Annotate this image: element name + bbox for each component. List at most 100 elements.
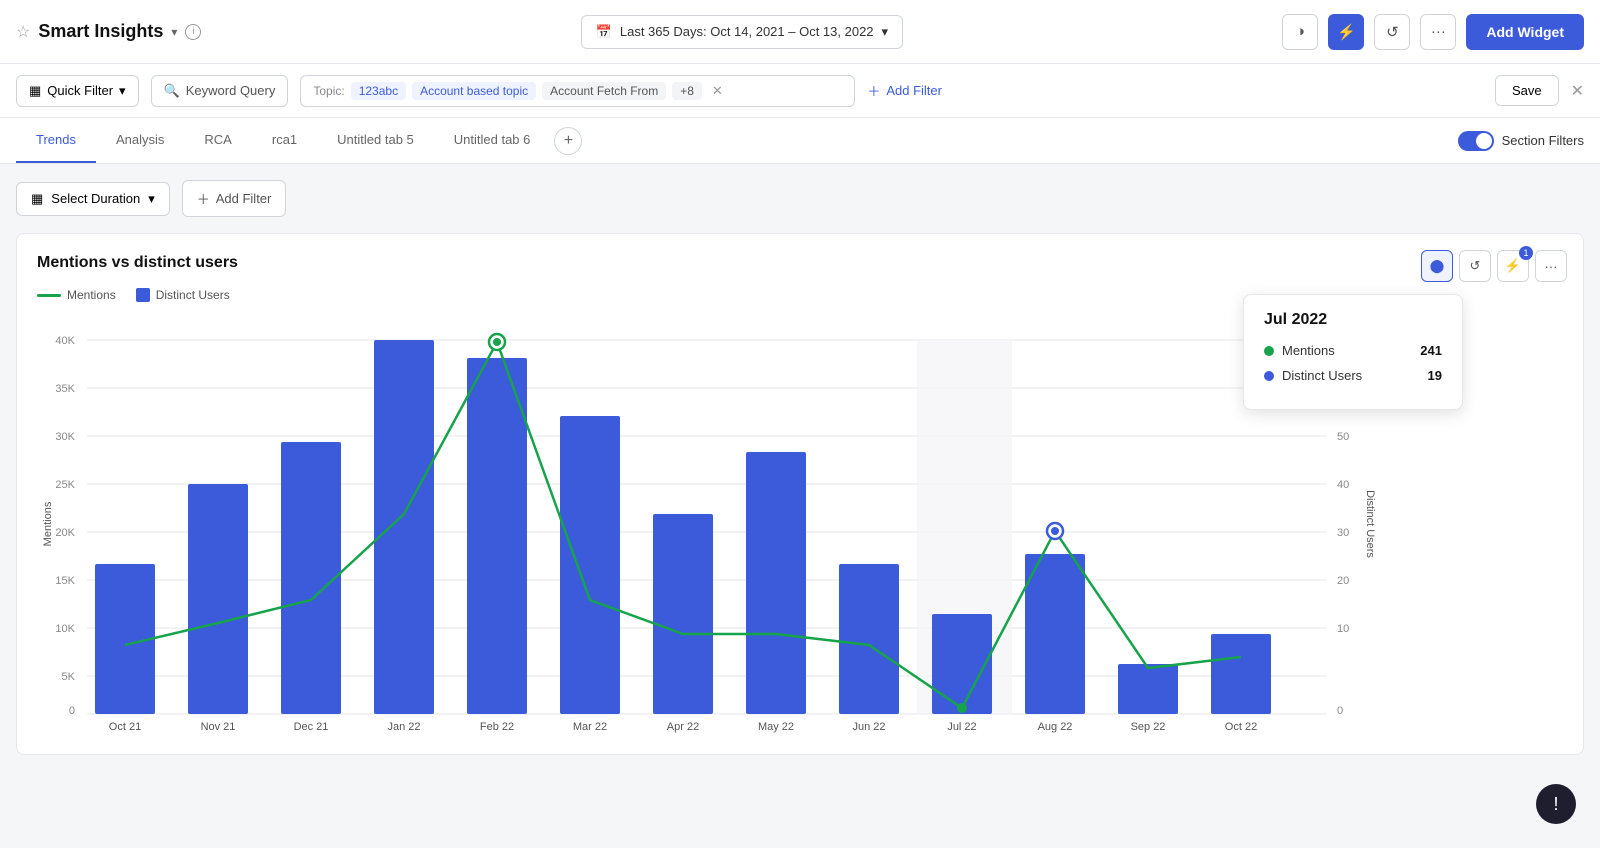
tooltip-mentions-dot	[1264, 346, 1274, 356]
quick-filter-button[interactable]: ▦ Quick Filter ▾	[16, 75, 139, 107]
keyword-query-button[interactable]: 🔍 Keyword Query	[151, 75, 289, 107]
bar-oct22[interactable]	[1211, 634, 1271, 714]
help-button[interactable]: !	[1536, 784, 1576, 824]
bar-jun22[interactable]	[839, 564, 899, 714]
add-tab-button[interactable]: +	[554, 127, 582, 155]
plus-icon: ＋	[197, 189, 210, 208]
theme-toggle-button[interactable]: ◑	[1282, 14, 1318, 50]
x-label-jul22: Jul 22	[947, 721, 976, 733]
x-label-mar22: Mar 22	[573, 721, 607, 733]
bar-nov21[interactable]	[188, 484, 248, 714]
topic-filter-clear[interactable]: ✕	[712, 83, 723, 99]
bar-mar22[interactable]	[560, 416, 620, 714]
add-filter-label: Add Filter	[886, 83, 942, 98]
search-icon: 🔍	[164, 83, 180, 99]
x-label-feb22: Feb 22	[480, 721, 514, 733]
chart-svg: 40K 35K 30K 25K 20K 15K 10K 5K 0 Mention…	[37, 314, 1377, 734]
chevron-down-icon: ▾	[148, 191, 155, 207]
tooltip-mentions-label: Mentions	[1264, 343, 1335, 358]
filter-bar: ▦ Quick Filter ▾ 🔍 Keyword Query Topic: …	[0, 64, 1600, 118]
bar-dec21[interactable]	[281, 442, 341, 714]
select-duration-button[interactable]: ▦ Select Duration ▾	[16, 182, 170, 216]
chart-filter-badge: ⚡ 1	[1497, 250, 1529, 282]
tab-analysis[interactable]: Analysis	[96, 118, 184, 163]
tooltip-distinct-value: 19	[1428, 368, 1442, 383]
date-range-button[interactable]: 📅 Last 365 Days: Oct 14, 2021 – Oct 13, …	[581, 15, 903, 49]
y-label-40: 40	[1337, 479, 1349, 491]
section-filters-label: Section Filters	[1502, 133, 1584, 148]
x-label-apr22: Apr 22	[667, 721, 699, 733]
y-label-35k: 35K	[55, 383, 75, 395]
tab-rca1[interactable]: rca1	[252, 118, 317, 163]
section-add-filter-button[interactable]: ＋ Add Filter	[182, 180, 287, 217]
tooltip-title: Jul 2022	[1264, 311, 1442, 329]
star-icon[interactable]: ☆	[16, 22, 30, 42]
chevron-down-icon: ▾	[119, 83, 126, 99]
y-label-15k: 15K	[55, 575, 75, 587]
tab-trends[interactable]: Trends	[16, 118, 96, 163]
tabs-bar: Trends Analysis RCA rca1 Untitled tab 5 …	[0, 118, 1600, 164]
filter-count-badge: 1	[1519, 246, 1533, 260]
chevron-down-icon[interactable]: ▾	[171, 25, 177, 39]
refresh-button[interactable]: ↺	[1374, 14, 1410, 50]
tab-untitled-6[interactable]: Untitled tab 6	[434, 118, 551, 163]
more-options-button[interactable]: ···	[1420, 14, 1456, 50]
header-right: ◑ ⚡ ↺ ··· Add Widget	[1282, 14, 1584, 50]
mentions-line-icon	[37, 294, 61, 297]
y-label-20: 20	[1337, 575, 1349, 587]
tabs-right: Section Filters	[582, 131, 1584, 151]
y-label-10k: 10K	[55, 623, 75, 635]
tooltip-distinct-label: Distinct Users	[1264, 368, 1362, 383]
topic-more-tag[interactable]: +8	[672, 82, 702, 100]
bar-may22[interactable]	[746, 452, 806, 714]
x-label-dec21: Dec 21	[294, 721, 329, 733]
close-button[interactable]: ✕	[1571, 81, 1584, 101]
topic-tag-2[interactable]: Account based topic	[412, 82, 536, 100]
line-dot-feb22-inner	[493, 338, 501, 346]
save-button[interactable]: Save	[1495, 75, 1559, 106]
bar-sep22[interactable]	[1118, 664, 1178, 714]
chart-refresh-button[interactable]: ↺	[1459, 250, 1491, 282]
bar-apr22[interactable]	[653, 514, 713, 714]
topic-tag-1[interactable]: 123abc	[351, 82, 406, 100]
section-controls: ▦ Select Duration ▾ ＋ Add Filter	[16, 180, 1584, 217]
y-label-30k: 30K	[55, 431, 75, 443]
topic-label: Topic:	[313, 84, 344, 98]
y-label-0-left: 0	[69, 705, 75, 717]
bar-feb22[interactable]	[467, 358, 527, 714]
add-widget-button[interactable]: Add Widget	[1466, 14, 1584, 50]
y-label-25k: 25K	[55, 479, 75, 491]
x-label-oct22: Oct 22	[1225, 721, 1257, 733]
app-title: Smart Insights	[38, 21, 163, 42]
y-label-30: 30	[1337, 527, 1349, 539]
info-icon[interactable]: i	[185, 24, 201, 40]
topic-tag-3[interactable]: Account Fetch From	[542, 82, 666, 100]
x-label-aug22: Aug 22	[1038, 721, 1073, 733]
chart-view-button[interactable]: ⬤	[1421, 250, 1453, 282]
tooltip-mentions-value: 241	[1420, 343, 1442, 358]
bar-aug22[interactable]	[1025, 554, 1085, 714]
line-dot-jul22	[957, 703, 967, 713]
bar-jul22[interactable]	[932, 614, 992, 714]
y-label-40k: 40K	[55, 335, 75, 347]
section-filters-switch[interactable]	[1458, 131, 1494, 151]
chart-card: Mentions vs distinct users ⬤ ↺ ⚡ 1 ··· M…	[16, 233, 1584, 755]
calendar-icon: 📅	[596, 24, 612, 40]
y-label-20k: 20K	[55, 527, 75, 539]
x-label-nov21: Nov 21	[201, 721, 236, 733]
chart-more-button[interactable]: ···	[1535, 250, 1567, 282]
header-left: ☆ Smart Insights ▾ i	[16, 21, 201, 42]
filter-icon-button[interactable]: ⚡	[1328, 14, 1364, 50]
tab-rca[interactable]: RCA	[184, 118, 251, 163]
header-center: 📅 Last 365 Days: Oct 14, 2021 – Oct 13, …	[213, 15, 1270, 49]
filter-icon: ▦	[29, 83, 41, 99]
quick-filter-label: Quick Filter	[47, 83, 113, 98]
x-label-jan22: Jan 22	[387, 721, 420, 733]
add-filter-button[interactable]: ＋ Add Filter	[867, 74, 942, 107]
calendar-icon: ▦	[31, 191, 43, 207]
app-header: ☆ Smart Insights ▾ i 📅 Last 365 Days: Oc…	[0, 0, 1600, 64]
bar-jan22[interactable]	[374, 340, 434, 714]
tab-untitled-5[interactable]: Untitled tab 5	[317, 118, 434, 163]
tooltip-mentions-row: Mentions 241	[1264, 343, 1442, 358]
line-dot-aug22-inner	[1051, 527, 1059, 535]
